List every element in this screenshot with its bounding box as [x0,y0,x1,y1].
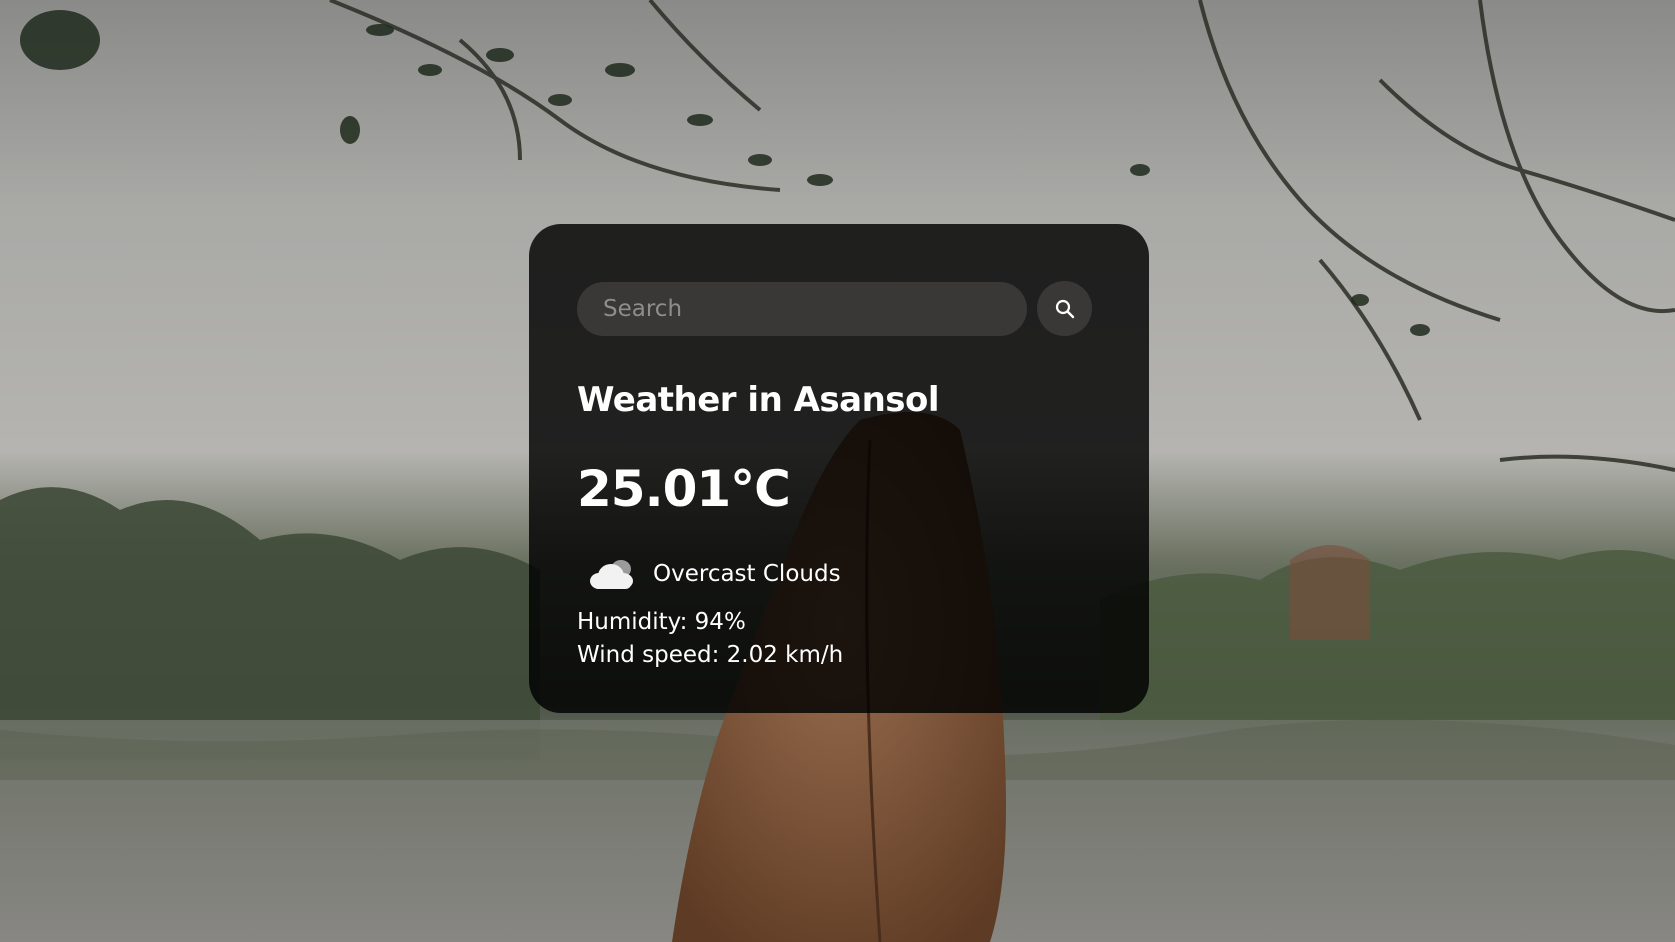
search-button[interactable] [1037,281,1092,336]
search-bar [577,281,1101,336]
city-heading: Weather in Asansol [577,380,940,420]
search-input[interactable] [577,281,1027,336]
weather-card: Weather in Asansol 25.01°C Overcast Clou… [529,224,1149,713]
temperature: 25.01°C [577,460,791,518]
search-icon [1055,299,1074,318]
wind-speed-value: Wind speed: 2.02 km/h [577,642,844,668]
humidity-value: Humidity: 94% [577,609,746,635]
condition-row: Overcast Clouds [577,552,1101,596]
condition-description: Overcast Clouds [653,561,841,587]
cloud-icon [590,560,633,589]
weather-stats: Humidity: 94% Wind speed: 2.02 km/h [577,606,1101,672]
